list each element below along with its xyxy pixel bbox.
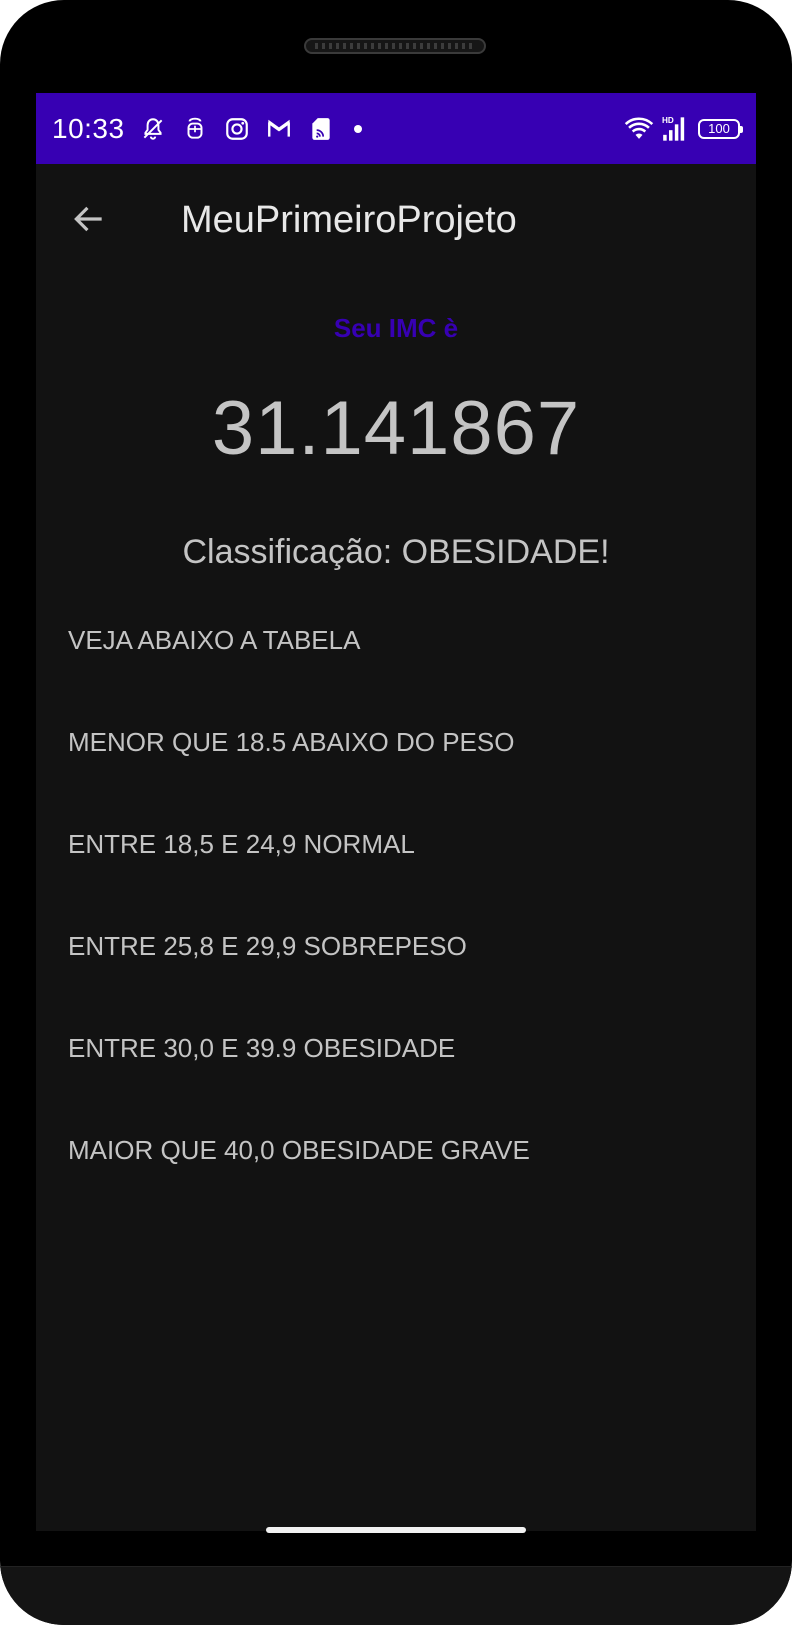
system-icons: HD 100 (624, 109, 743, 149)
status-time: 10:33 (52, 113, 125, 144)
table-row-normal: ENTRE 18,5 E 24,9 NORMAL (68, 829, 415, 859)
table-heading: VEJA ABAIXO A TABELA (68, 625, 361, 655)
phone-chin (0, 1566, 792, 1625)
app-title: MeuPrimeiroProjeto (181, 199, 517, 241)
battery-icon: 100 (698, 119, 743, 139)
earpiece-speaker (304, 38, 486, 54)
hd-signal-icon: HD (662, 116, 685, 141)
app-screen: 10:33 HD 100 MeuPrimeiroProjeto Seu IMC … (36, 93, 756, 1531)
status-bar: 10:33 HD 100 (36, 93, 756, 164)
sd-card-icon (312, 118, 330, 140)
sim-toolkit-icon (187, 117, 203, 139)
phone-frame: 10:33 HD 100 MeuPrimeiroProjeto Seu IMC … (0, 0, 792, 1625)
app-bar: MeuPrimeiroProjeto (36, 164, 756, 276)
notification-icons (140, 109, 362, 149)
home-indicator[interactable] (266, 1527, 526, 1533)
svg-text:HD: HD (662, 116, 674, 125)
instagram-icon (226, 118, 248, 140)
notification-dot-icon (354, 125, 362, 133)
imc-value: 31.141867 (211, 386, 581, 471)
gmail-icon (268, 119, 290, 137)
imc-table: VEJA ABAIXO A TABELA MENOR QUE 18.5 ABAI… (68, 623, 728, 1235)
battery-level: 100 (708, 121, 730, 136)
imc-label: Seu IMC è (333, 313, 459, 343)
table-row-underweight: MENOR QUE 18.5 ABAIXO DO PESO (68, 727, 515, 757)
arrow-back-icon (74, 206, 102, 232)
table-row-severe-obesity: MAIOR QUE 40,0 OBESIDADE GRAVE (68, 1135, 530, 1165)
back-button[interactable] (68, 198, 110, 240)
table-row-overweight: ENTRE 25,8 E 29,9 SOBREPESO (68, 931, 467, 961)
classification-text: Classificação: OBESIDADE! (182, 533, 610, 571)
table-row-obesity: ENTRE 30,0 E 39.9 OBESIDADE (68, 1033, 456, 1063)
do-not-disturb-bell-icon (143, 118, 163, 140)
wifi-icon (624, 117, 654, 139)
